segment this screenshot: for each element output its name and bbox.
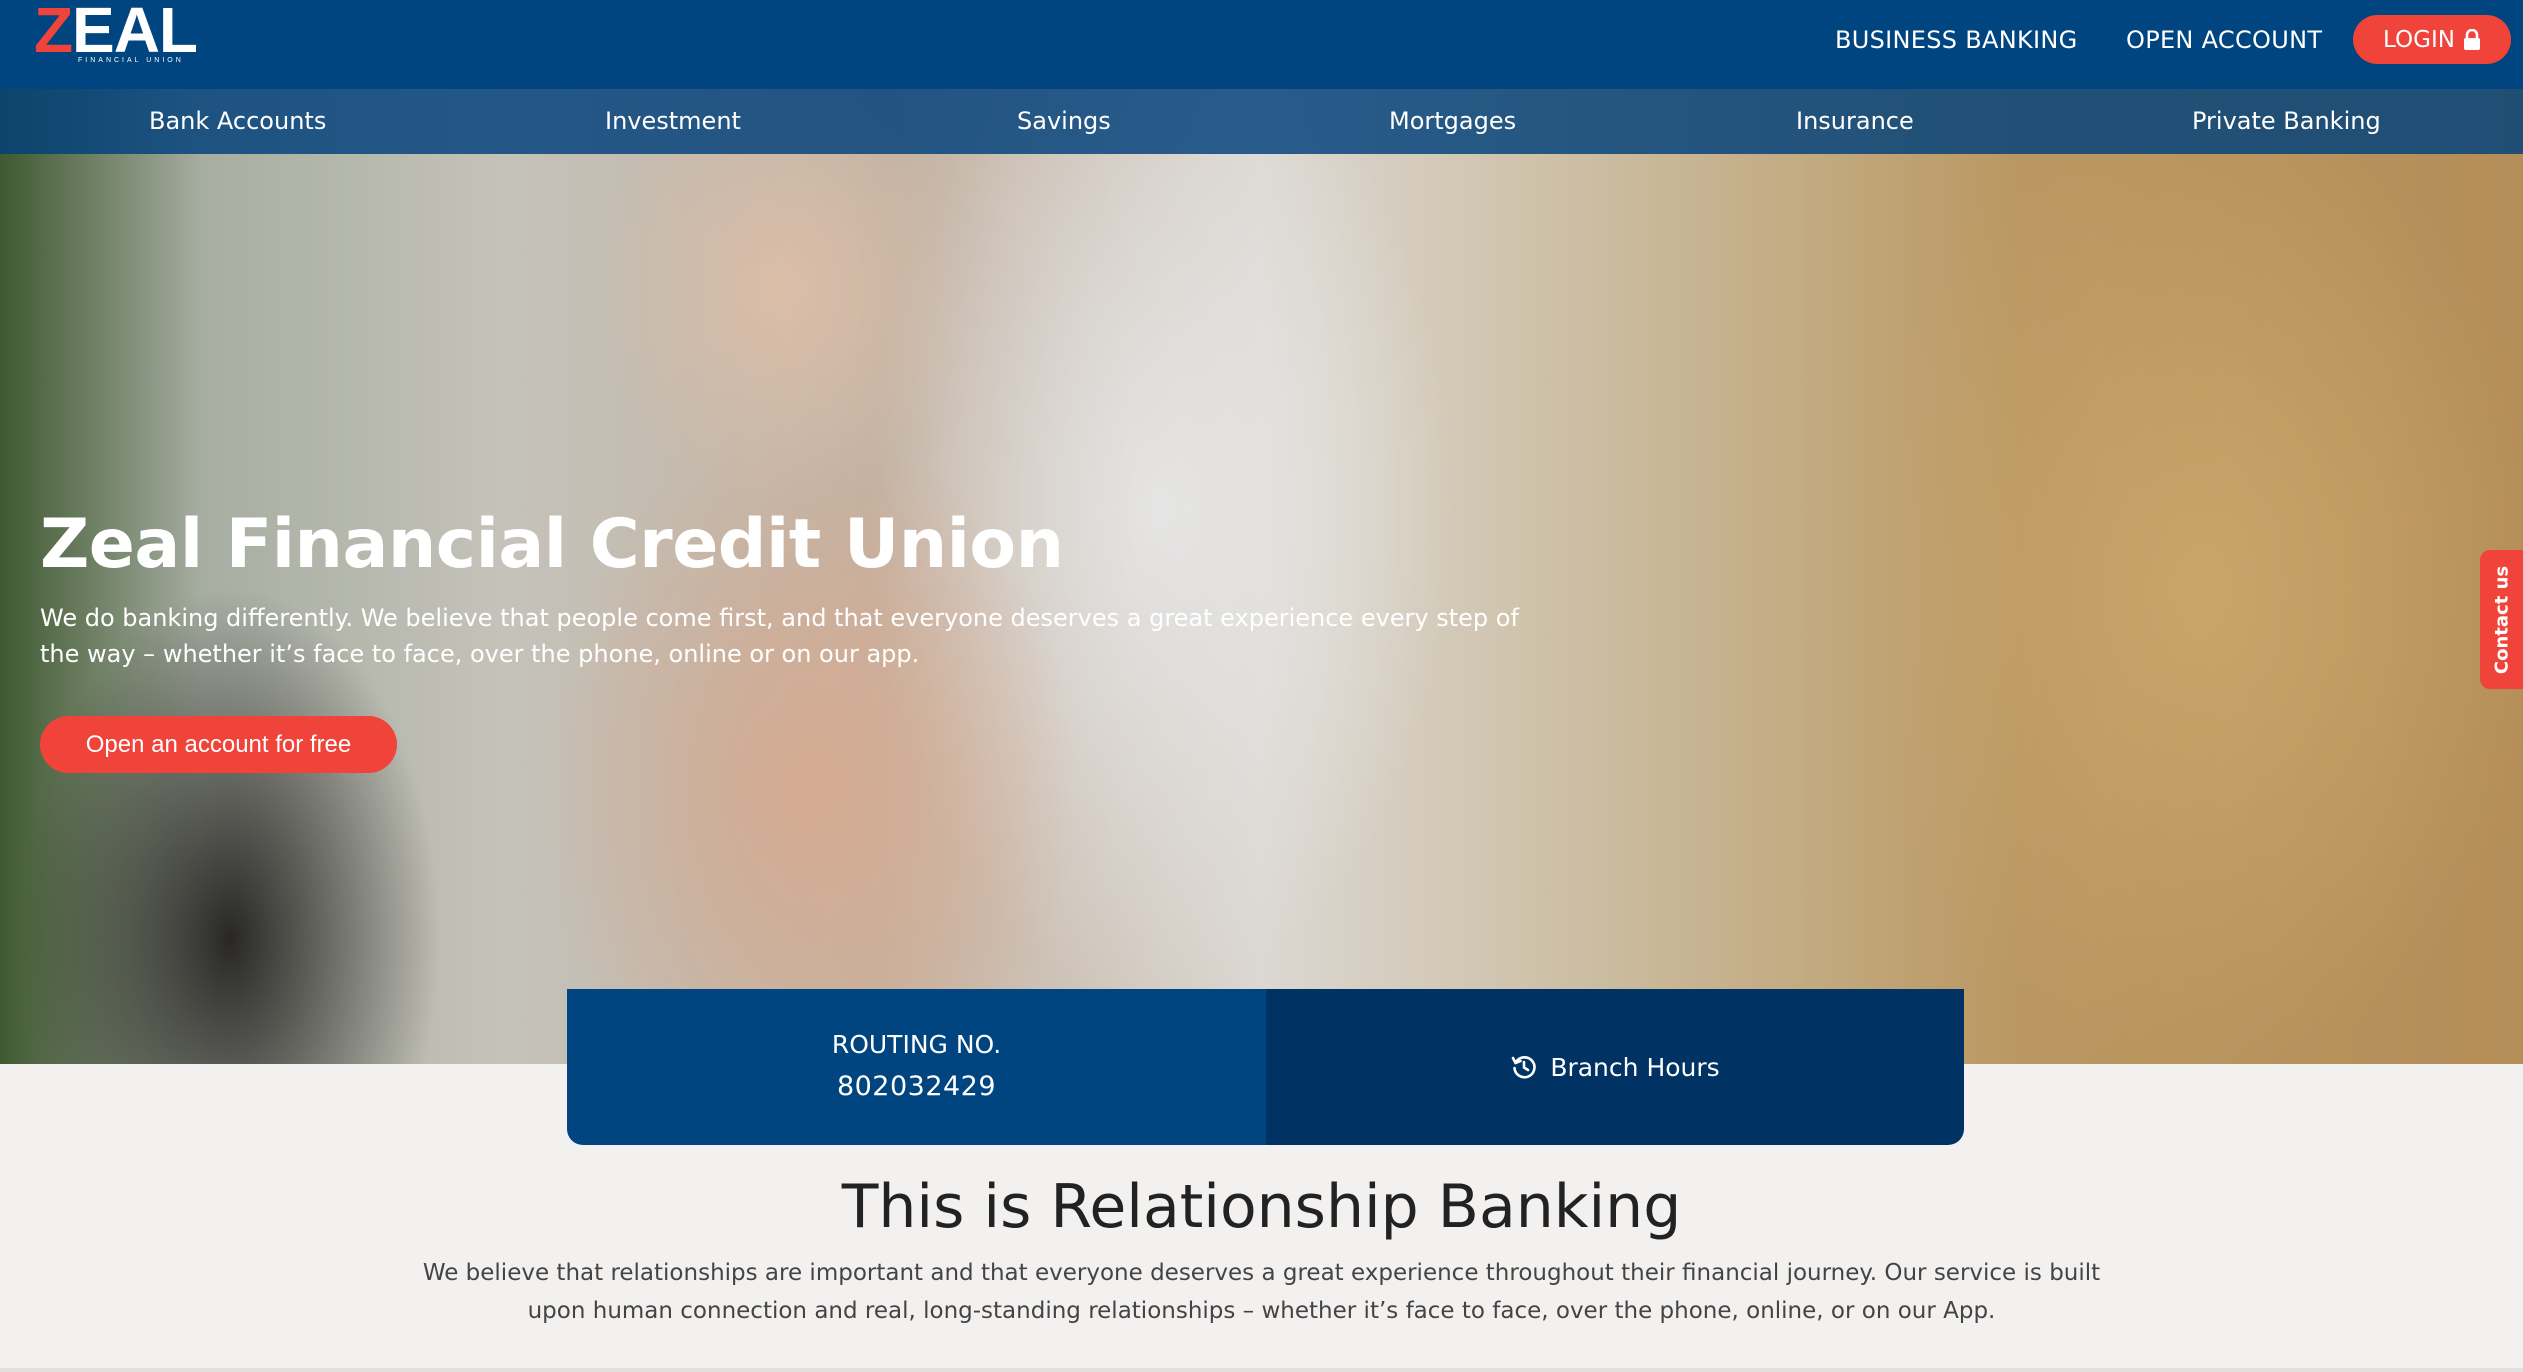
top-header: Z EAL FINANCIAL UNION BUSINESS BANKING O… [0,0,2523,89]
hero-description: We do banking differently. We believe th… [40,604,1519,668]
branch-hours-button[interactable]: Branch Hours [1266,989,1964,1145]
login-label: LOGIN [2383,26,2455,53]
nav-item-savings[interactable]: Savings [1017,107,1111,135]
info-bar: ROUTING NO. 802032429 Branch Hours [567,989,1964,1145]
hero-title: Zeal Financial Credit Union [40,505,1064,584]
section-divider [0,1368,2523,1372]
history-icon [1510,1053,1538,1081]
logo-wordmark: EAL [72,0,198,66]
open-account-link[interactable]: OPEN ACCOUNT [2126,26,2322,54]
routing-number: 802032429 [836,1071,997,1102]
nav-item-mortgages[interactable]: Mortgages [1389,107,1516,135]
contact-us-label: Contact us [2491,565,2512,674]
zeal-logo[interactable]: Z EAL FINANCIAL UNION [34,0,198,68]
business-banking-link[interactable]: BUSINESS BANKING [1835,26,2078,54]
nav-item-investment[interactable]: Investment [605,107,741,135]
branch-hours-label: Branch Hours [1550,1052,1720,1082]
routing-label: ROUTING NO. [831,1030,1002,1059]
contact-us-tab[interactable]: Contact us [2480,550,2523,689]
login-button[interactable]: LOGIN [2353,15,2511,64]
lock-icon [2463,28,2481,51]
logo-subtext: FINANCIAL UNION [78,57,184,64]
nav-item-bank-accounts[interactable]: Bank Accounts [149,107,326,135]
logo-z: Z [34,0,74,66]
nav-item-private-banking[interactable]: Private Banking [2192,107,2381,135]
routing-panel: ROUTING NO. 802032429 [567,989,1266,1145]
main-nav: Bank Accounts Investment Savings Mortgag… [0,89,2523,154]
section-title: This is Relationship Banking [841,1172,1682,1242]
open-account-button[interactable]: Open an account for free [40,716,397,773]
section-description: We believe that relationships are import… [422,1260,2101,1324]
nav-item-insurance[interactable]: Insurance [1796,107,1914,135]
